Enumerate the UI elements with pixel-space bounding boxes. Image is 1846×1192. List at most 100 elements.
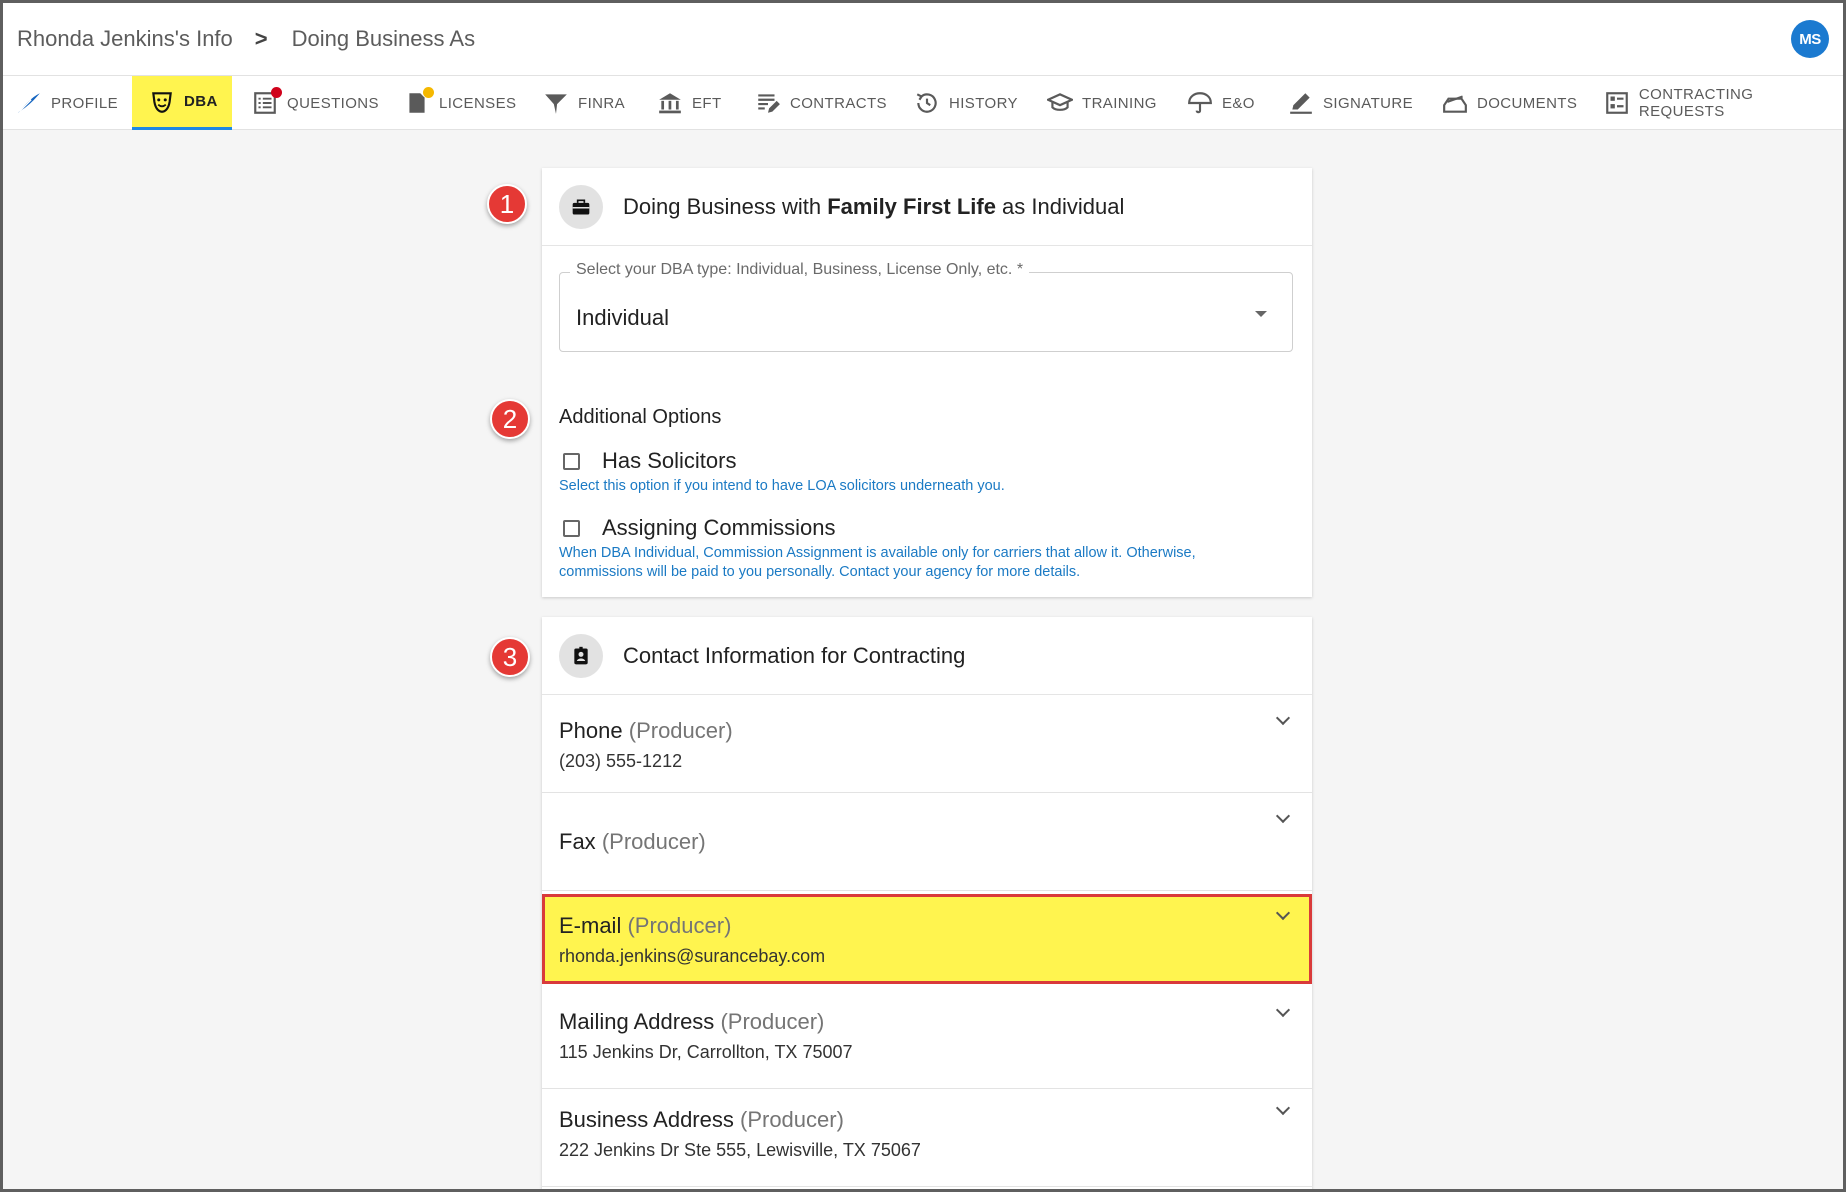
business-address-value: 222 Jenkins Dr Ste 555, Lewisville, TX 7… <box>559 1140 921 1160</box>
tab-label: TRAINING <box>1082 94 1157 112</box>
notification-dot <box>271 87 282 98</box>
tab-label: LICENSES <box>439 94 517 112</box>
accordion-phone[interactable]: Phone (Producer) (203) 555-1212 <box>542 695 1312 793</box>
chevron-down-icon[interactable] <box>1275 905 1291 921</box>
tab-label: PROFILE <box>51 94 118 112</box>
tab-signature[interactable]: SIGNATURE <box>1287 76 1413 130</box>
tray-icon <box>1441 90 1469 116</box>
callout-badge-3: 3 <box>490 637 530 677</box>
field-label: E-mail <box>559 913 622 938</box>
title-suffix: as Individual <box>995 193 1125 219</box>
funnel-icon <box>542 90 570 116</box>
dba-type-select-label: Select your DBA type: Individual, Busine… <box>570 261 1030 279</box>
notification-dot <box>423 87 434 98</box>
tab-eft[interactable]: EFT <box>656 76 722 130</box>
tab-label: EFT <box>692 94 722 112</box>
chevron-down-icon[interactable] <box>1275 710 1291 726</box>
contact-card-header: Contact Information for Contracting <box>542 617 1312 695</box>
chevron-down-icon[interactable] <box>1275 808 1291 824</box>
callout-badge-2: 2 <box>490 399 530 439</box>
dba-card-title: Doing Business with Family First Life as… <box>623 194 1124 220</box>
title-prefix: Doing Business with <box>623 193 828 219</box>
pen-icon <box>1287 90 1315 116</box>
accordion-title: Fax (Producer) <box>559 829 706 855</box>
field-owner: (Producer) <box>627 913 732 938</box>
graduation-cap-icon <box>1046 90 1074 116</box>
email-value: rhonda.jenkins@surancebay.com <box>559 946 826 966</box>
dba-type-select[interactable]: Select your DBA type: Individual, Busine… <box>559 261 1293 352</box>
tab-bar: PROFILE DBA QUESTIONS LICENSES FINRA EFT… <box>3 75 1843 130</box>
accordion-title: E-mail (Producer) <box>559 913 731 939</box>
field-owner: (Producer) <box>720 1009 825 1034</box>
caret-down-icon[interactable] <box>1255 311 1267 317</box>
tab-label: HISTORY <box>949 94 1018 112</box>
header: Rhonda Jenkins's Info > Doing Business A… <box>3 3 1843 75</box>
chevron-down-icon[interactable] <box>1275 1100 1291 1116</box>
accordion-business-address[interactable]: Business Address (Producer) 222 Jenkins … <box>542 1089 1312 1187</box>
accordion-fax[interactable]: Fax (Producer) <box>542 793 1312 891</box>
phone-value: (203) 555-1212 <box>559 751 683 771</box>
checklist-icon <box>251 87 282 116</box>
tab-licenses[interactable]: LICENSES <box>403 76 516 130</box>
field-owner: (Producer) <box>628 718 733 743</box>
has-solicitors-hint: Select this option if you intend to have… <box>559 478 1005 494</box>
breadcrumb-separator: > <box>254 26 268 51</box>
mailing-address-value: 115 Jenkins Dr, Carrollton, TX 75007 <box>559 1042 853 1062</box>
tab-questions[interactable]: QUESTIONS <box>251 76 379 130</box>
document-icon <box>403 87 434 116</box>
tab-history[interactable]: HISTORY <box>913 76 1018 130</box>
assigning-commissions-checkbox[interactable] <box>563 519 580 537</box>
callout-badge-1: 1 <box>487 184 527 224</box>
tab-label: CONTRACTS <box>790 94 887 112</box>
field-label: Mailing Address <box>559 1009 715 1034</box>
breadcrumb-parent[interactable]: Rhonda Jenkins's Info <box>17 26 233 52</box>
option-assigning-commissions[interactable]: Assigning Commissions <box>563 515 836 541</box>
bank-icon <box>656 90 684 116</box>
tab-dba[interactable]: DBA <box>132 76 232 130</box>
avatar[interactable]: MS <box>1791 20 1829 58</box>
dba-card: Doing Business with Family First Life as… <box>542 168 1312 597</box>
edit-list-icon <box>754 90 782 116</box>
chevron-down-icon[interactable] <box>1275 1002 1291 1018</box>
tab-label: DBA <box>184 93 218 110</box>
tab-label: QUESTIONS <box>287 94 379 112</box>
tab-label: SIGNATURE <box>1323 94 1413 112</box>
hint-line: commissions will be paid to you personal… <box>559 564 1081 580</box>
tab-label: FINRA <box>578 94 625 112</box>
dba-card-header: Doing Business with Family First Life as… <box>542 168 1312 246</box>
tab-finra[interactable]: FINRA <box>542 76 625 130</box>
tab-training[interactable]: TRAINING <box>1046 76 1157 130</box>
additional-options-title: Additional Options <box>559 406 722 428</box>
tab-label: CONTRACTING REQUESTS <box>1638 86 1754 120</box>
has-solicitors-label: Has Solicitors <box>602 448 737 473</box>
hint-line: When DBA Individual, Commission Assignme… <box>559 545 1196 561</box>
breadcrumb-current: Doing Business As <box>291 26 476 51</box>
form-icon <box>1603 90 1631 116</box>
feather-icon <box>15 90 43 116</box>
tab-eo[interactable]: E&O <box>1186 76 1255 130</box>
tab-profile[interactable]: PROFILE <box>15 76 118 130</box>
accordion-title: Phone (Producer) <box>559 718 733 744</box>
carrier-name: Family First Life <box>827 193 996 219</box>
theater-mask-icon <box>148 89 176 115</box>
assigning-commissions-hint: When DBA Individual, Commission Assignme… <box>559 544 1289 582</box>
app-window: Rhonda Jenkins's Info > Doing Business A… <box>0 0 1846 1192</box>
field-owner: (Producer) <box>601 829 706 854</box>
field-label: Phone <box>559 718 623 743</box>
dba-type-select-value: Individual <box>576 305 669 330</box>
field-label: Fax <box>559 829 596 854</box>
assigning-commissions-label: Assigning Commissions <box>602 515 836 540</box>
contact-card-title: Contact Information for Contracting <box>623 642 966 668</box>
umbrella-icon <box>1186 90 1214 116</box>
accordion-title: Mailing Address (Producer) <box>559 1009 824 1035</box>
tab-documents[interactable]: DOCUMENTS <box>1441 76 1577 130</box>
history-icon <box>913 90 941 116</box>
tab-label: DOCUMENTS <box>1477 94 1578 112</box>
tab-contracting-requests[interactable]: CONTRACTING REQUESTS <box>1603 76 1843 130</box>
contact-card: Contact Information for Contracting Phon… <box>542 617 1312 1189</box>
option-has-solicitors[interactable]: Has Solicitors <box>563 448 736 474</box>
has-solicitors-checkbox[interactable] <box>563 452 580 470</box>
tab-contracts[interactable]: CONTRACTS <box>754 76 887 130</box>
accordion-mailing-address[interactable]: Mailing Address (Producer) 115 Jenkins D… <box>542 991 1312 1089</box>
accordion-email[interactable]: E-mail (Producer) rhonda.jenkins@surance… <box>542 894 1312 984</box>
